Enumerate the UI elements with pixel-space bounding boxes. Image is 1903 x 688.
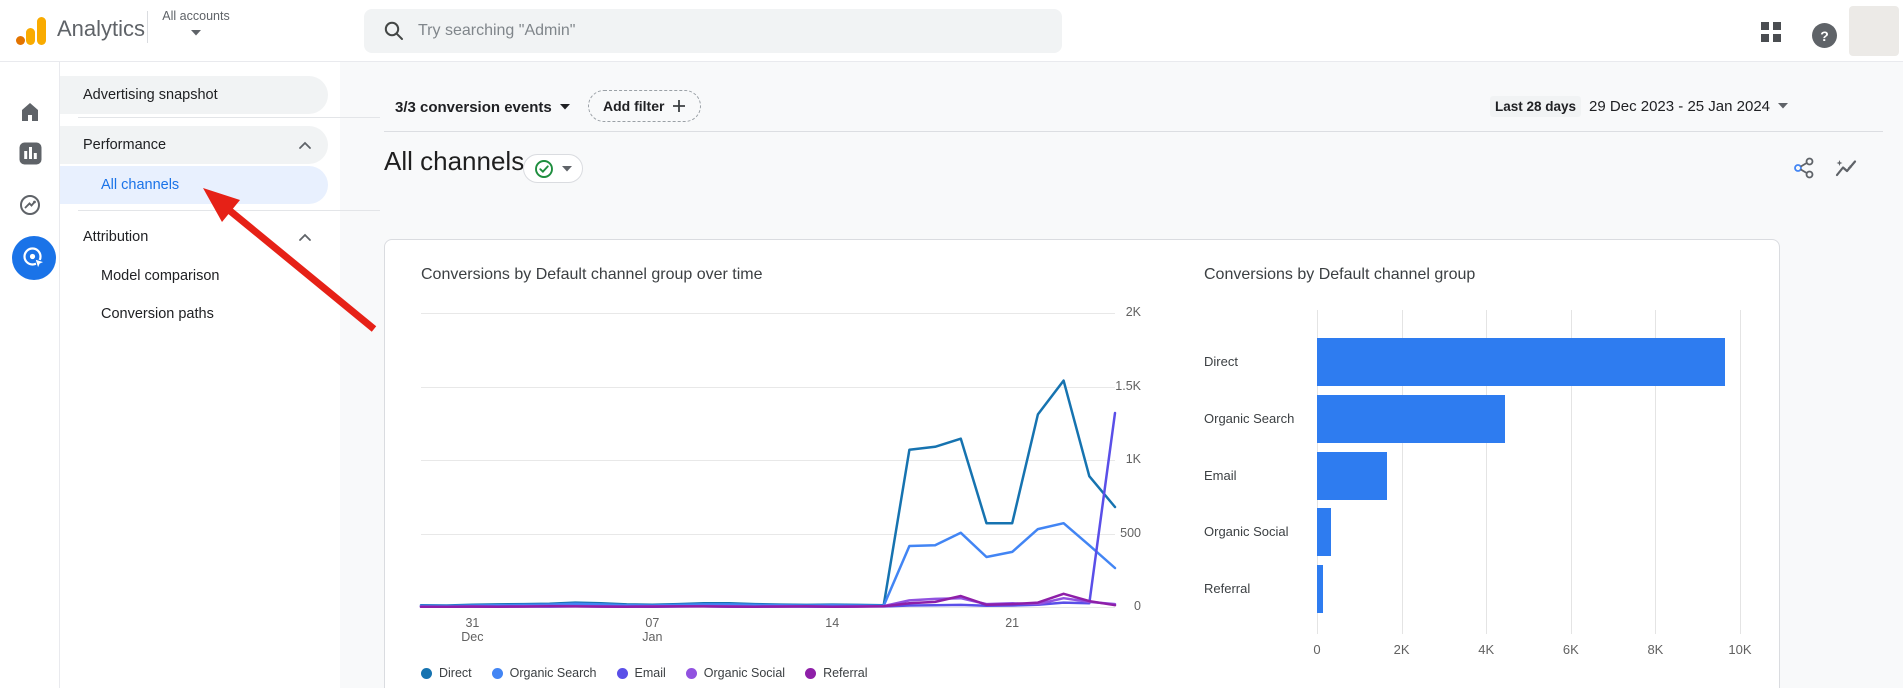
conversion-events-dropdown[interactable]: 3/3 conversion events [395, 94, 570, 120]
chevron-up-icon [299, 233, 311, 241]
insights-button[interactable] [1832, 154, 1860, 182]
date-range-value: 29 Dec 2023 - 25 Jan 2024 [1589, 97, 1771, 115]
avatar[interactable] [1849, 6, 1899, 56]
chevron-down-icon [1778, 103, 1789, 109]
apps-grid-icon [1761, 22, 1781, 42]
reports-icon [19, 142, 41, 164]
bar-organic-search [1317, 394, 1506, 443]
nav-advertising-button[interactable] [12, 236, 56, 280]
nav-rail [0, 62, 60, 688]
sidebar-item-model-comparison[interactable]: Model comparison [60, 258, 328, 294]
chevron-down-icon [559, 104, 570, 110]
bar-email [1317, 451, 1388, 500]
divider [78, 210, 380, 211]
date-range-picker[interactable]: Last 28 days 29 Dec 2023 - 25 Jan 2024 [1490, 92, 1789, 120]
analytics-logo-icon[interactable] [16, 16, 48, 46]
bar-chart-xtick-label: 2K [1393, 642, 1410, 657]
divider [147, 11, 148, 43]
report-status-dropdown[interactable] [523, 154, 583, 183]
sidebar-item-label: Advertising snapshot [83, 87, 218, 103]
search-icon [384, 21, 403, 40]
apps-grid-button[interactable] [1758, 19, 1784, 45]
bar-chart-xtick-label: 6K [1562, 642, 1579, 657]
nav-reports-button[interactable] [0, 131, 60, 175]
bar-organic-social [1317, 508, 1331, 557]
bar-chart-gridline [1740, 310, 1741, 634]
advertising-icon [23, 247, 46, 270]
bar-chart-xtick-label: 4K [1478, 642, 1495, 657]
bar-category-label: Organic Search [1204, 410, 1295, 426]
brand-title: Analytics [57, 16, 146, 41]
insights-icon [1835, 160, 1857, 177]
account-switcher[interactable]: All accounts [161, 9, 231, 41]
topbar: Analytics All accounts ? [0, 0, 1903, 62]
share-icon [1794, 157, 1814, 179]
help-icon: ? [1820, 27, 1829, 44]
chevron-down-icon [562, 165, 572, 171]
sidebar-item-all-channels[interactable]: All channels [60, 166, 328, 204]
divider [384, 131, 1883, 132]
bar-chart: 0 2K 4K 6K 8K 10K Direct Organic Search Email Org… [385, 240, 1779, 688]
ga-analytics-app: Analytics All accounts ? [0, 0, 1903, 688]
share-button[interactable] [1790, 154, 1818, 182]
account-switcher-label: All accounts [162, 9, 230, 23]
add-filter-label: Add filter [603, 98, 665, 114]
sidebar-section-label: Performance [83, 137, 167, 153]
bar-category-label: Referral [1204, 581, 1251, 597]
chevron-down-icon [191, 30, 201, 36]
bar-category-label: Direct [1204, 354, 1238, 369]
add-filter-button[interactable]: Add filter [588, 90, 702, 122]
sidebar-item-label: Model comparison [101, 268, 220, 284]
sidebar-item-label: Conversion paths [101, 306, 214, 322]
sidebar-item-advertising-snapshot[interactable]: Advertising snapshot [60, 76, 328, 114]
report-card: Conversions by Default channel group ove… [384, 239, 1780, 688]
search-bar[interactable] [364, 9, 1062, 53]
sidebar-section-attribution[interactable]: Attribution [60, 220, 328, 254]
bar-referral [1317, 565, 1323, 614]
avatar-photo [1857, 10, 1891, 54]
date-preset-badge: Last 28 days [1490, 95, 1582, 117]
nav-explore-button[interactable] [0, 183, 60, 227]
plus-icon [673, 100, 686, 112]
main-content: 3/3 conversion events Add filter Last 28… [340, 62, 1903, 688]
divider [78, 117, 380, 118]
sidebar-section-label: Attribution [83, 229, 149, 245]
page-title: All channels [384, 146, 525, 176]
nav-home-button[interactable] [0, 90, 60, 134]
home-icon [22, 103, 38, 121]
bar-category-label: Email [1204, 467, 1237, 483]
conversion-events-label: 3/3 conversion events [395, 98, 552, 116]
bar-chart-xtick-label: 8K [1647, 642, 1664, 657]
bar-category-label: Organic Social [1204, 524, 1289, 540]
check-circle-icon [535, 159, 553, 178]
search-input[interactable] [418, 22, 978, 40]
bar-direct [1317, 338, 1726, 386]
sidebar: Advertising snapshot Performance All cha… [60, 62, 380, 688]
sidebar-section-performance[interactable]: Performance [60, 126, 328, 164]
bar-chart-xtick-label: 0 [1313, 642, 1321, 657]
bar-chart-xtick-label: 10K [1728, 642, 1752, 657]
sidebar-item-label: All channels [101, 177, 180, 193]
help-button[interactable]: ? [1812, 23, 1837, 48]
explore-icon [20, 195, 40, 215]
chevron-up-icon [299, 141, 311, 149]
sidebar-item-conversion-paths[interactable]: Conversion paths [60, 296, 328, 332]
